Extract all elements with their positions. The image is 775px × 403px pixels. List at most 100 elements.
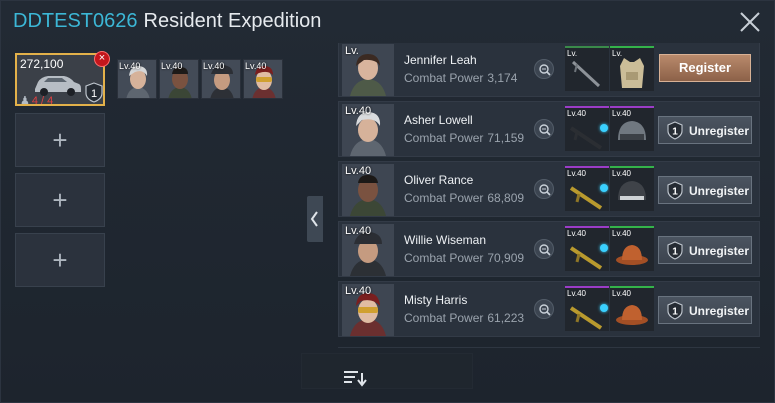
weapon-level: Lv.40 <box>567 109 586 118</box>
close-button[interactable] <box>735 7 765 37</box>
plus-icon: + <box>52 185 68 215</box>
survivor-portrait-frame[interactable]: Lv.40 <box>342 284 394 336</box>
combat-power: Combat Power 68,809 <box>404 191 524 205</box>
survivor-portrait-frame[interactable]: Lv.40 <box>342 164 394 216</box>
empty-squad-slot[interactable]: + <box>15 173 105 227</box>
magnify-icon <box>539 124 551 136</box>
gear-slot[interactable]: Lv.40 <box>610 166 654 211</box>
unregister-label: Unregister <box>689 124 750 138</box>
squad-member-level: Lv.40 <box>245 61 267 71</box>
survivor-list: Lv. Jennifer Leah Combat Power 3,174 Lv. … <box>338 43 760 343</box>
weapon-slot[interactable]: Lv. <box>565 46 609 91</box>
squad-member-level: Lv.40 <box>203 61 225 71</box>
page-title: DDTEST0626 Resident Expedition <box>13 10 321 33</box>
register-button[interactable]: Register <box>659 54 751 82</box>
magnify-icon <box>539 184 551 196</box>
empty-squad-slot[interactable]: + <box>15 113 105 167</box>
disabled-action-button <box>301 353 473 389</box>
sort-button[interactable] <box>343 369 367 392</box>
unregister-button[interactable]: 1 Unregister <box>658 116 752 144</box>
sort-icon <box>344 371 367 387</box>
shield-icon: 1 <box>667 241 683 260</box>
collapse-panel-button[interactable] <box>307 196 323 242</box>
squad-tier: 1 <box>91 88 97 100</box>
magnify-icon <box>539 244 551 256</box>
tier-number: 1 <box>672 187 678 198</box>
survivor-level: Lv.40 <box>345 225 372 237</box>
survivor-level: Lv.40 <box>345 285 372 297</box>
plus-icon: + <box>52 125 68 155</box>
remove-icon[interactable]: × <box>94 51 110 67</box>
gear-slot[interactable]: Lv.40 <box>610 286 654 331</box>
unregister-label: Unregister <box>689 304 750 318</box>
survivor-row: Lv.40 Oliver Rance Combat Power 68,809 Lv… <box>338 161 760 217</box>
empty-squad-slot[interactable]: + <box>15 233 105 287</box>
survivor-portrait-frame[interactable]: Lv. <box>342 44 394 96</box>
weapon-slot[interactable]: Lv.40 <box>565 286 609 331</box>
gear-slot[interactable]: Lv.40 <box>610 226 654 271</box>
squad-member-level: Lv.40 <box>161 61 183 71</box>
squad-slot-active[interactable]: 272,100 × ♟ 4 / 4 1 <box>15 51 110 107</box>
combat-power-value: 68,809 <box>487 191 525 205</box>
inspect-button[interactable] <box>534 299 554 319</box>
combat-power-value: 70,909 <box>487 251 525 265</box>
survivor-name: Jennifer Leah <box>404 53 477 67</box>
magnify-icon <box>539 304 551 316</box>
weapon-level: Lv.40 <box>567 229 586 238</box>
squad-count-value: 4 / 4 <box>31 95 54 107</box>
gear-level: Lv.40 <box>612 289 631 298</box>
squad-member-portrait[interactable]: Lv.40 <box>117 59 157 99</box>
squad-power: 272,100 <box>20 57 64 71</box>
squad-member-portrait[interactable]: Lv.40 <box>201 59 241 99</box>
gear-level: Lv.40 <box>612 229 631 238</box>
unregister-button[interactable]: 1 Unregister <box>658 236 752 264</box>
inspect-button[interactable] <box>534 239 554 259</box>
inspect-button[interactable] <box>534 179 554 199</box>
base-code: DDTEST0626 <box>13 10 138 32</box>
survivor-level: Lv.40 <box>345 165 372 177</box>
squad-member-level: Lv.40 <box>119 61 141 71</box>
squad-member-portrait[interactable]: Lv.40 <box>243 59 283 99</box>
combat-power-value: 61,223 <box>487 311 525 325</box>
unregister-button[interactable]: 1 Unregister <box>658 176 752 204</box>
list-divider <box>338 347 760 348</box>
combat-power-value: 71,159 <box>487 131 525 145</box>
combat-power: Combat Power 61,223 <box>404 311 524 325</box>
survivor-name: Asher Lowell <box>404 113 473 127</box>
magnify-icon <box>539 64 551 76</box>
weapon-slot[interactable]: Lv.40 <box>565 106 609 151</box>
close-icon <box>740 12 760 32</box>
combat-power-label: Combat Power <box>404 131 484 145</box>
inspect-button[interactable] <box>534 59 554 79</box>
gear-slot[interactable]: Lv.40 <box>610 106 654 151</box>
shield-icon: 1 <box>667 181 683 200</box>
gear-slot[interactable]: Lv. <box>610 46 654 91</box>
squad-member-portrait[interactable]: Lv.40 <box>159 59 199 99</box>
weapon-level: Lv.40 <box>567 169 586 178</box>
shield-icon: 1 <box>667 121 683 140</box>
mod-icon <box>600 124 608 132</box>
survivor-level: Lv.40 <box>345 105 372 117</box>
gear-level: Lv.40 <box>612 169 631 178</box>
mod-icon <box>600 244 608 252</box>
weapon-slot[interactable]: Lv.40 <box>565 226 609 271</box>
survivor-row: Lv.40 Willie Wiseman Combat Power 70,909 … <box>338 221 760 277</box>
weapon-level: Lv.40 <box>567 289 586 298</box>
weapon-level: Lv. <box>567 49 578 58</box>
combat-power-label: Combat Power <box>404 191 484 205</box>
weapon-slot[interactable]: Lv.40 <box>565 166 609 211</box>
combat-power: Combat Power 70,909 <box>404 251 524 265</box>
combat-power: Combat Power 3,174 <box>404 71 517 85</box>
inspect-button[interactable] <box>534 119 554 139</box>
gear-level: Lv. <box>612 49 623 58</box>
mod-icon <box>600 184 608 192</box>
survivor-row: Lv.40 Asher Lowell Combat Power 71,159 Lv… <box>338 101 760 157</box>
gear-level: Lv.40 <box>612 109 631 118</box>
tier-number: 1 <box>672 307 678 318</box>
survivor-portrait-frame[interactable]: Lv.40 <box>342 224 394 276</box>
combat-power: Combat Power 71,159 <box>404 131 524 145</box>
survivor-portrait-frame[interactable]: Lv.40 <box>342 104 394 156</box>
shield-icon: 1 <box>667 301 683 320</box>
unregister-button[interactable]: 1 Unregister <box>658 296 752 324</box>
survivor-level: Lv. <box>345 45 359 57</box>
